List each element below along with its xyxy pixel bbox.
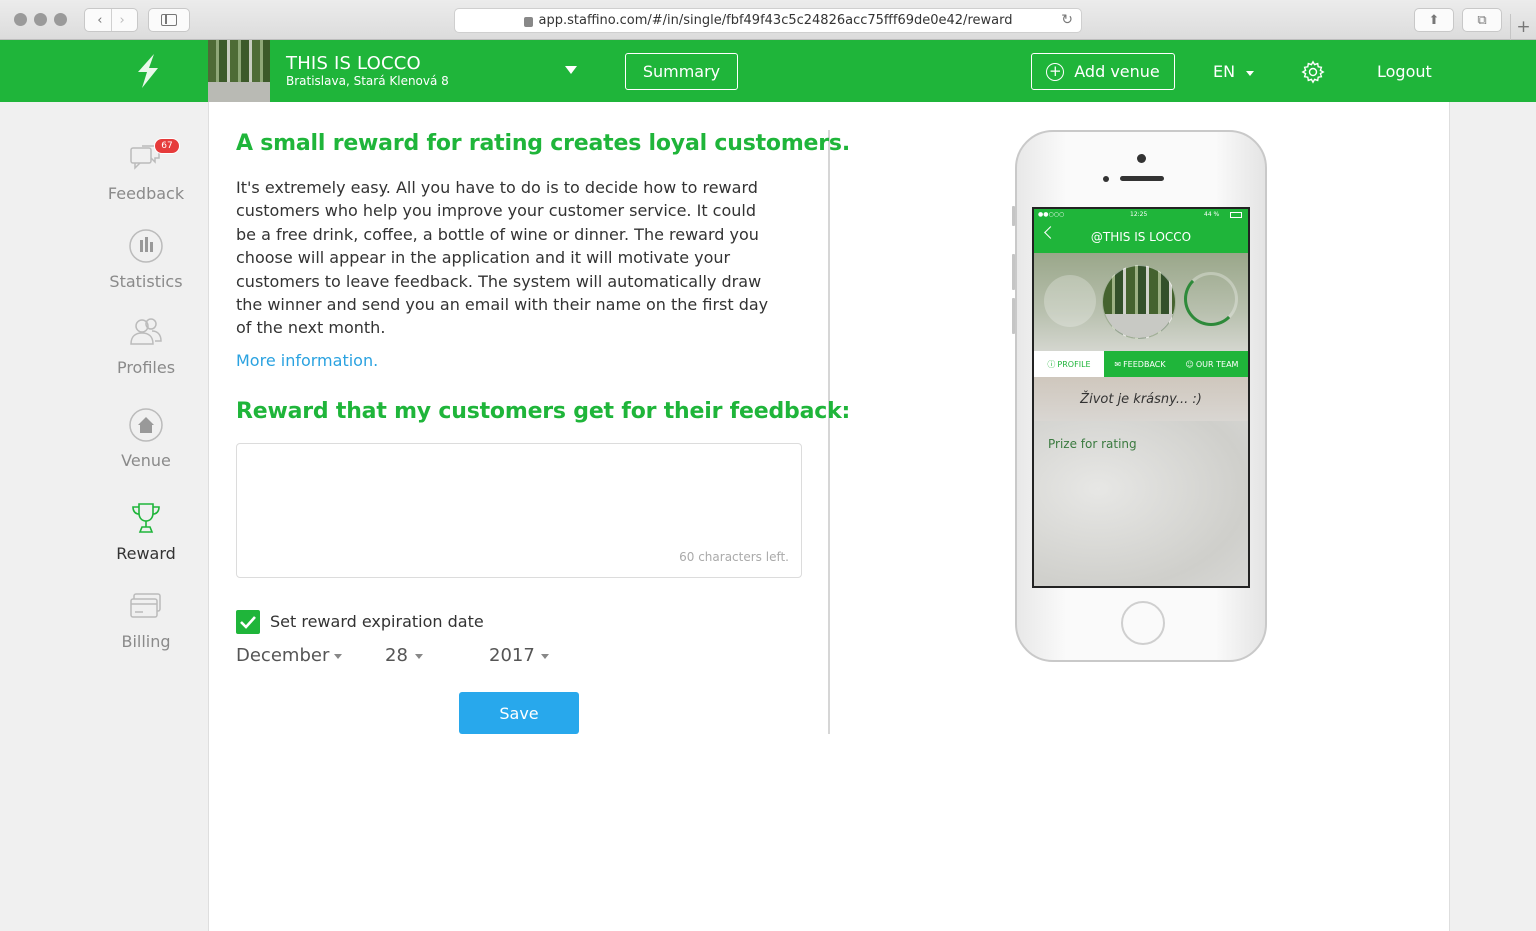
summary-button[interactable]: Summary — [625, 53, 738, 90]
sidebar-item-label: Billing — [121, 632, 171, 651]
reward-description: It's extremely easy. All you have to do … — [236, 178, 769, 338]
phone-quote: Život je krásny... :) — [1034, 377, 1248, 421]
day-dropdown-icon[interactable] — [415, 654, 423, 659]
venue-dropdown-icon[interactable] — [565, 66, 577, 74]
zoom-window-button[interactable] — [54, 13, 67, 26]
app-header: THIS IS LOCCO Bratislava, Stará Klenová … — [0, 40, 1536, 102]
phone-tab-our-team: ☺ OUR TEAM — [1185, 359, 1239, 369]
sidebar-icon — [161, 14, 177, 26]
phone-tabs: ⓘ PROFILE ✉ FEEDBACK ☺ OUR TEAM — [1034, 351, 1248, 377]
more-information-link[interactable]: More information. — [236, 351, 378, 370]
url-text: app.staffino.com/#/in/single/fbf49f43c5c… — [538, 13, 1013, 28]
plus-icon: + — [1516, 17, 1531, 37]
venue-address: Bratislava, Stará Klenová 8 — [286, 74, 449, 88]
phone-status-bar: ●●○○○ 12:25 44 % — [1034, 209, 1248, 221]
settings-gear-icon[interactable] — [1301, 60, 1325, 84]
back-icon[interactable]: ‹ — [89, 13, 110, 28]
phone-tab-profile: ⓘ PROFILE — [1034, 351, 1104, 377]
sidebar: Feedback Statistics Profiles Venue Rewar… — [84, 102, 208, 931]
phone-speaker — [1120, 176, 1164, 181]
trophy-icon — [132, 503, 160, 533]
phone-home-button — [1121, 601, 1165, 645]
chat-icon: ✉ — [1114, 359, 1122, 369]
sidebar-item-label: Profiles — [116, 358, 176, 377]
phone-prize-label: Prize for rating — [1048, 437, 1137, 451]
checkmark-icon — [240, 616, 256, 629]
month-select[interactable]: December — [236, 645, 329, 666]
minimize-window-button[interactable] — [34, 13, 47, 26]
tabs-overview-button[interactable]: ⧉ — [1462, 8, 1502, 32]
share-icon: ⬆ — [1428, 12, 1440, 28]
venue-thumbnail — [208, 40, 270, 102]
people-icon: ☺ — [1185, 359, 1194, 369]
save-button[interactable]: Save — [459, 692, 579, 734]
phone-title: @THIS IS LOCCO — [1090, 230, 1192, 244]
sidebar-toggle-button[interactable] — [148, 8, 190, 32]
home-icon — [129, 408, 163, 442]
sidebar-item-profiles[interactable]: Profiles — [84, 314, 208, 377]
phone-camera — [1137, 154, 1146, 163]
back-forward-buttons[interactable]: ‹ › — [84, 8, 138, 32]
reload-icon[interactable]: ↻ — [1061, 12, 1073, 28]
day-select[interactable]: 28 — [385, 645, 408, 666]
sidebar-item-reward[interactable]: Reward — [84, 500, 208, 563]
sidebar-item-statistics[interactable]: Statistics — [84, 228, 208, 291]
sidebar-item-feedback[interactable]: Feedback — [84, 140, 208, 203]
phone-time: 12:25 — [1130, 211, 1148, 218]
phone-tab-feedback: ✉ FEEDBACK — [1114, 359, 1166, 369]
browser-toolbar: ‹ › app.staffino.com/#/in/single/fbf49f4… — [0, 0, 1536, 40]
venue-name[interactable]: THIS IS LOCCO — [286, 53, 421, 74]
year-select[interactable]: 2017 — [489, 645, 535, 666]
share-button[interactable]: ⬆ — [1414, 8, 1454, 32]
feedback-count-badge: 67 — [154, 138, 180, 154]
sidebar-item-billing[interactable]: Billing — [84, 588, 208, 651]
characters-left-counter: 60 characters left. — [679, 550, 789, 564]
phone-hero — [1034, 253, 1248, 351]
phone-body: Prize for rating — [1034, 421, 1248, 586]
phone-sensor — [1103, 176, 1109, 182]
credit-card-icon — [130, 593, 161, 618]
sidebar-item-venue[interactable]: Venue — [84, 407, 208, 470]
rating-ring — [1184, 272, 1238, 326]
sidebar-item-label: Reward — [116, 544, 176, 563]
bar-chart-icon — [129, 229, 163, 263]
sidebar-item-label: Venue — [121, 451, 171, 470]
expiration-checkbox[interactable] — [236, 610, 260, 634]
new-tab-button[interactable]: + — [1510, 14, 1536, 40]
language-dropdown-icon[interactable] — [1246, 71, 1254, 76]
tabs-icon: ⧉ — [1477, 12, 1487, 28]
phone-nav-bar: @THIS IS LOCCO — [1034, 221, 1248, 253]
reward-textarea[interactable]: 60 characters left. — [236, 443, 802, 578]
add-venue-button[interactable]: + Add venue — [1031, 53, 1175, 90]
battery-icon — [1230, 212, 1242, 218]
month-dropdown-icon[interactable] — [334, 654, 342, 659]
close-window-button[interactable] — [14, 13, 27, 26]
logout-link[interactable]: Logout — [1377, 62, 1432, 81]
add-venue-label: Add venue — [1074, 62, 1160, 81]
phone-battery: 44 % — [1204, 211, 1220, 218]
expiration-label[interactable]: Set reward expiration date — [270, 612, 484, 631]
forward-icon[interactable]: › — [112, 13, 133, 28]
reward-heading: Reward that my customers get for their f… — [236, 399, 851, 424]
address-bar[interactable]: app.staffino.com/#/in/single/fbf49f43c5c… — [454, 8, 1082, 33]
year-dropdown-icon[interactable] — [541, 654, 549, 659]
page-title: A small reward for rating creates loyal … — [236, 131, 850, 156]
plus-circle-icon: + — [1046, 62, 1065, 81]
phone-screen: ●●○○○ 12:25 44 % @THIS IS LOCCO ⓘ PROFILE… — [1032, 207, 1250, 588]
signal-icon: ●●○○○ — [1038, 211, 1065, 218]
column-divider — [828, 130, 830, 734]
sidebar-item-label: Statistics — [109, 272, 183, 291]
staffino-logo-icon[interactable] — [130, 52, 166, 90]
people-icon — [130, 318, 162, 345]
venue-avatar — [1102, 265, 1176, 339]
sidebar-item-label: Feedback — [107, 184, 185, 203]
info-icon: ⓘ — [1047, 359, 1056, 369]
language-selector[interactable]: EN — [1213, 62, 1235, 81]
lock-icon — [523, 16, 533, 27]
